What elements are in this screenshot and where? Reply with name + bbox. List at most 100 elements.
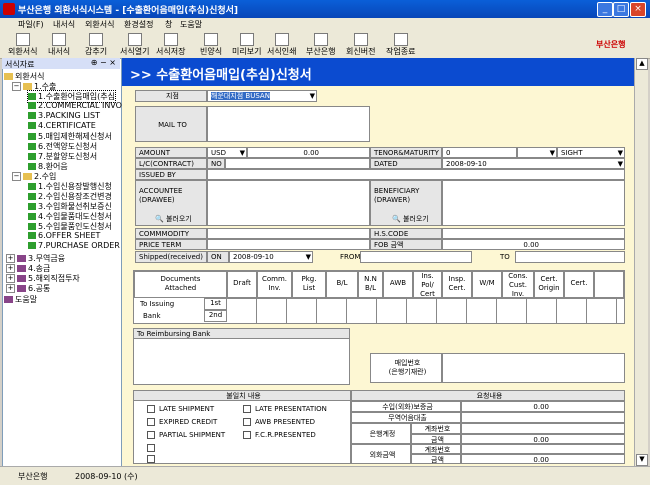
menu-file[interactable]: 파일(F): [18, 19, 44, 30]
lc-no-field[interactable]: [225, 158, 370, 169]
toolbar-blank[interactable]: 빈양식: [200, 33, 222, 57]
partial-shipment-checkbox[interactable]: PARTIAL SHIPMENT: [147, 431, 225, 439]
minimize-button[interactable]: _: [597, 2, 613, 17]
doc-col: Cons. Cust. Inv.: [502, 271, 534, 298]
defects-box: [133, 390, 351, 464]
toolbar-my-forms[interactable]: 내서식: [48, 33, 70, 57]
accountee-load-button[interactable]: 🔍 불러오기: [155, 214, 192, 224]
open-icon: [127, 33, 142, 46]
maximize-button[interactable]: □: [613, 2, 629, 17]
form-icon: [15, 33, 30, 46]
extra-checkbox[interactable]: [147, 455, 159, 463]
toolbar-open[interactable]: 서식열기: [120, 33, 149, 57]
toolbar-hide[interactable]: 감추기: [85, 33, 107, 57]
expired-credit-checkbox[interactable]: EXPIRED CREDIT: [147, 418, 217, 426]
awb-presented-checkbox[interactable]: AWB PRESENTED: [243, 418, 315, 426]
help-book-icon: [4, 296, 13, 303]
toolbar-print[interactable]: 서식인쇄: [267, 33, 296, 57]
req-amt-field[interactable]: 0.00: [461, 434, 625, 444]
late-presentation-checkbox[interactable]: LATE PRESENTATION: [243, 405, 327, 413]
late-shipment-checkbox[interactable]: LATE SHIPMENT: [147, 405, 214, 413]
vertical-scrollbar[interactable]: ▲ ▼: [634, 58, 648, 466]
sight-select[interactable]: SIGHT ▼: [557, 147, 625, 158]
doc-col: Comm. Inv.: [257, 271, 292, 298]
fob-field[interactable]: 0.00: [442, 239, 625, 250]
lc-no-label: NO: [207, 158, 225, 169]
dated-field[interactable]: 2008-09-10 ▼: [442, 158, 625, 169]
tree-item[interactable]: 4.CERTIFICATE: [28, 121, 96, 130]
toolbar-preview[interactable]: 미리보기: [232, 33, 261, 57]
tenor-unit-select[interactable]: ▼: [517, 147, 557, 158]
menu-settings[interactable]: 환경설정: [124, 19, 153, 30]
close-button[interactable]: ×: [630, 2, 646, 17]
form-icon: [28, 203, 36, 210]
currency-select[interactable]: USD ▼: [207, 147, 247, 158]
branch-label: 지점: [135, 90, 207, 102]
mailto-label: MAIL TO: [135, 106, 207, 142]
status-date: 2008-09-10 (수): [75, 472, 138, 481]
beneficiary-field[interactable]: [442, 180, 625, 226]
form-title-banner: >> 수출환어음매입(추심)신청서: [122, 58, 634, 86]
tree-item[interactable]: 2.COMMERCIAL INVOICE: [28, 101, 135, 110]
menu-window[interactable]: 창: [165, 19, 172, 30]
form-icon: [28, 183, 36, 190]
doc-col: Cert. Origin: [534, 271, 564, 298]
book-icon: [17, 265, 26, 272]
hscode-field[interactable]: [442, 228, 625, 239]
issued-field[interactable]: [207, 169, 625, 180]
toolbar-fx-forms[interactable]: 외환서식: [8, 33, 37, 57]
menu-my-forms[interactable]: 내서식: [53, 19, 75, 30]
fcr-presented-checkbox[interactable]: F.C.R.PRESENTED: [243, 431, 316, 439]
mailto-field[interactable]: [207, 106, 370, 142]
blank-icon: [204, 33, 219, 46]
buyer-number-label: 매입번호 (은행기재란): [370, 353, 442, 383]
tenor-field[interactable]: 0: [442, 147, 517, 158]
req-acct-no-field[interactable]: [461, 423, 625, 434]
accountee-field[interactable]: [207, 180, 370, 226]
req-trade-field[interactable]: [461, 412, 625, 423]
menu-fx-forms[interactable]: 외환서식: [85, 19, 114, 30]
form-icon: [28, 93, 36, 100]
form-title: >> 수출환어음매입(추심)신청서: [130, 68, 312, 83]
title-bar: 부산은행 외환서식시스템 - [수출환어음매입(추심)신청서] _ □ ×: [0, 0, 650, 18]
from-field[interactable]: [360, 251, 472, 263]
folder-icon: [23, 83, 32, 90]
req-fx-acct-no-field[interactable]: [461, 444, 625, 454]
tree-item[interactable]: 3.PACKING LIST: [28, 111, 100, 120]
request-title: 요청내용: [351, 390, 625, 401]
toolbar: 외환서식 내서식 감추기 서식열기 서식저장 빈양식 미리보기 서식인쇄 부산은…: [0, 31, 650, 59]
req-fx-amt-field[interactable]: 0.00: [461, 454, 625, 464]
buyer-number-field[interactable]: [442, 353, 625, 383]
tree-help[interactable]: 도움말: [4, 294, 37, 305]
to-field[interactable]: [515, 251, 625, 263]
reimbursing-bank-label: To Reimbursing Bank: [133, 328, 350, 339]
tree-group[interactable]: +6.공통: [6, 283, 50, 294]
doc-col: Cert.: [564, 271, 594, 298]
tenor-label: TENOR&MATURITY: [370, 147, 442, 158]
documents-grid[interactable]: [227, 298, 624, 323]
tree-item[interactable]: 6.OFFER SHEET: [28, 231, 100, 240]
folder-icon: [4, 73, 13, 80]
tree-panel-header: 서식자료 ⊕ − ×: [2, 58, 120, 69]
beneficiary-load-button[interactable]: 🔍 불러오기: [392, 214, 429, 224]
branch-select[interactable]: 해운대지점 BUSAN ▼: [207, 90, 317, 102]
doc-col: Ins. Pol/ Cert: [413, 271, 442, 298]
amount-field[interactable]: 0.00: [247, 147, 370, 158]
doc-col: W/M: [472, 271, 502, 298]
tree-item[interactable]: 7.PURCHASE ORDER: [28, 241, 120, 250]
toolbar-exit[interactable]: 작업종료: [386, 33, 415, 57]
req-trade-label: 무역어음대출: [351, 412, 461, 423]
fob-label: FOB 금액: [370, 239, 442, 250]
menu-help[interactable]: 도움말: [180, 19, 202, 30]
req-fx-field[interactable]: 0.00: [461, 401, 625, 412]
extra-checkbox[interactable]: [147, 444, 159, 452]
dated-label: DATED: [370, 158, 442, 169]
price-term-field[interactable]: [207, 239, 370, 250]
commodity-field[interactable]: [207, 228, 370, 239]
toolbar-bank[interactable]: 부산은행: [306, 33, 335, 57]
toolbar-save[interactable]: 서식저장: [156, 33, 185, 57]
ship-date-field[interactable]: 2008-09-10 ▼: [229, 251, 313, 263]
bank-label: Bank: [143, 312, 161, 320]
panel-controls[interactable]: ⊕ − ×: [91, 58, 116, 67]
toolbar-reply[interactable]: 회신버전: [346, 33, 375, 57]
